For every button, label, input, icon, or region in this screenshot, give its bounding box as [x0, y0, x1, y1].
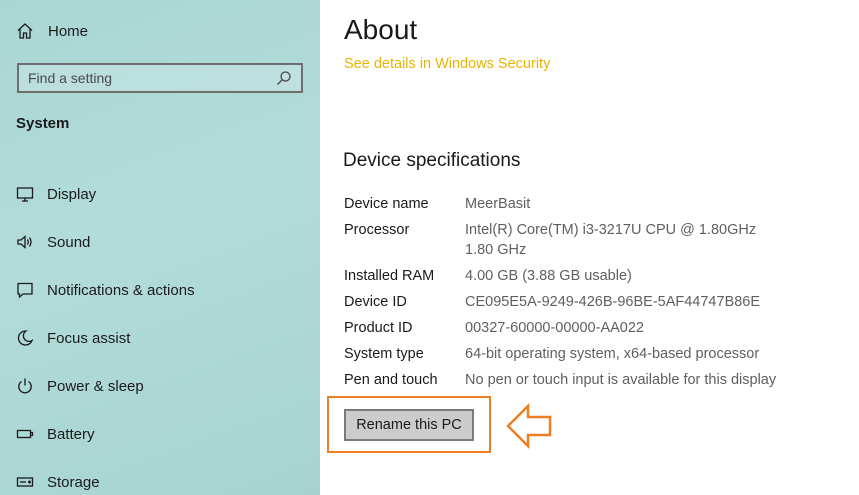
- sidebar-item-notifications[interactable]: Notifications & actions: [16, 266, 306, 314]
- sidebar-item-power-sleep[interactable]: Power & sleep: [16, 362, 306, 410]
- battery-icon: [16, 425, 34, 443]
- device-specifications-heading: Device specifications: [343, 150, 521, 171]
- notifications-icon: [16, 281, 34, 299]
- spec-row-system-type: System type 64-bit operating system, x64…: [344, 344, 814, 364]
- spec-row-processor: Processor Intel(R) Core(TM) i3-3217U CPU…: [344, 220, 814, 260]
- spec-value: 64-bit operating system, x64-based proce…: [465, 346, 760, 362]
- sidebar-item-display[interactable]: Display: [16, 170, 306, 218]
- page-title: About: [344, 14, 418, 45]
- sidebar-item-focus-assist[interactable]: Focus assist: [16, 314, 306, 362]
- device-specifications-list: Device name MeerBasit Processor Intel(R)…: [344, 194, 814, 396]
- spec-key: Product ID: [344, 320, 413, 336]
- rename-pc-button[interactable]: Rename this PC: [344, 409, 474, 441]
- home-icon: [16, 22, 34, 40]
- search-input[interactable]: [28, 70, 268, 86]
- spec-row-device-name: Device name MeerBasit: [344, 194, 814, 214]
- sidebar-item-label: Notifications & actions: [47, 281, 195, 299]
- sound-icon: [16, 233, 34, 251]
- sidebar-item-battery[interactable]: Battery: [16, 410, 306, 458]
- spec-value: No pen or touch input is available for t…: [465, 372, 777, 388]
- sidebar-item-label: Battery: [47, 425, 95, 443]
- spec-row-pen-touch: Pen and touch No pen or touch input is a…: [344, 370, 814, 390]
- spec-value: 00327-60000-00000-AA022: [465, 320, 644, 336]
- display-icon: [16, 185, 34, 203]
- spec-row-product-id: Product ID 00327-60000-00000-AA022: [344, 318, 814, 338]
- sidebar-item-label: Power & sleep: [47, 377, 144, 395]
- windows-security-link[interactable]: See details in Windows Security: [344, 56, 550, 72]
- spec-value: MeerBasit: [465, 196, 531, 212]
- spec-row-installed-ram: Installed RAM 4.00 GB (3.88 GB usable): [344, 266, 814, 286]
- spec-value: CE095E5A-9249-426B-96BE-5AF44747B86E: [465, 294, 761, 310]
- spec-key: Pen and touch: [344, 372, 438, 388]
- spec-value: 4.00 GB (3.88 GB usable): [465, 268, 632, 284]
- sidebar: Home System Display Sound: [0, 0, 320, 495]
- sidebar-item-label: Storage: [47, 473, 100, 491]
- sidebar-item-home[interactable]: Home: [16, 18, 88, 44]
- spec-row-device-id: Device ID CE095E5A-9249-426B-96BE-5AF447…: [344, 292, 814, 312]
- spec-value: Intel(R) Core(TM) i3-3217U CPU @ 1.80GHz…: [465, 222, 769, 258]
- spec-key: Device ID: [344, 294, 407, 310]
- storage-icon: [16, 473, 34, 491]
- focus-assist-icon: [16, 329, 34, 347]
- sidebar-item-label: Sound: [47, 233, 91, 251]
- sidebar-item-sound[interactable]: Sound: [16, 218, 306, 266]
- home-label: Home: [48, 22, 89, 40]
- search-icon[interactable]: [275, 69, 293, 87]
- sidebar-nav: Display Sound Notifications & actions Fo…: [16, 170, 306, 495]
- arrow-left-icon: [506, 403, 552, 449]
- spec-key: Processor: [344, 222, 410, 238]
- power-icon: [16, 377, 34, 395]
- sidebar-item-label: Focus assist: [47, 329, 131, 347]
- spec-key: Device name: [344, 196, 429, 212]
- section-title-system: System: [16, 115, 70, 132]
- spec-key: System type: [344, 346, 424, 362]
- search-box[interactable]: [17, 63, 303, 93]
- spec-key: Installed RAM: [344, 268, 435, 284]
- sidebar-item-storage[interactable]: Storage: [16, 458, 306, 495]
- sidebar-item-label: Display: [47, 185, 97, 203]
